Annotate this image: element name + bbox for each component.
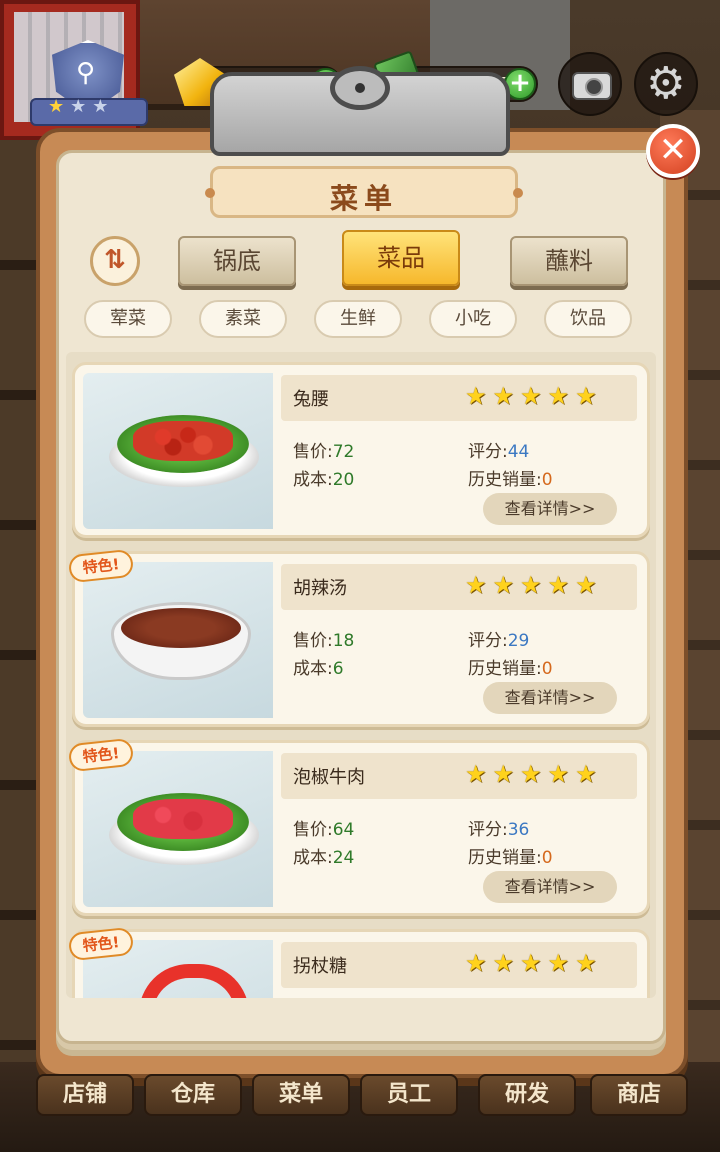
category-fresh[interactable]: 生鲜 <box>314 300 402 338</box>
price-label: 售价: <box>293 820 333 840</box>
camera-button[interactable] <box>558 52 622 116</box>
close-button[interactable]: ✕ <box>646 124 700 178</box>
cost-label: 成本: <box>293 848 333 868</box>
panel-title: 菜单 <box>329 182 398 215</box>
bottom-nav: 店铺 仓库 菜单 员工 研发 商店 <box>0 1074 720 1120</box>
category-snack[interactable]: 小吃 <box>429 300 517 338</box>
left-wall <box>0 140 40 1140</box>
cost-row: 成本:24 <box>293 843 354 868</box>
dish-name: 胡辣汤 <box>293 578 347 599</box>
dish-stars: ★ ★ ★ ★ ★ <box>465 571 597 599</box>
sales-value: 0 <box>541 659 553 679</box>
sort-icon: ⇅ <box>104 245 126 275</box>
nav-staff[interactable]: 员工 <box>360 1074 458 1116</box>
sales-value: 0 <box>541 470 553 490</box>
cost-label: 成本: <box>293 470 333 490</box>
sales-label: 历史销量: <box>468 470 542 490</box>
dish-image <box>83 562 273 718</box>
sales-label: 历史销量: <box>468 848 542 868</box>
cost-value: 6 <box>332 659 344 679</box>
dish-card[interactable]: 特色! 胡辣汤 ★ ★ ★ ★ ★ 售价:18 成本:6 评分:29 历史销量:0 查看… <box>67 548 650 727</box>
score-value: 29 <box>507 631 530 651</box>
cost-row: 成本:20 <box>293 465 354 490</box>
score-label: 评分: <box>468 631 508 651</box>
score-label: 评分: <box>468 442 508 462</box>
spicy-soup-icon <box>121 608 241 648</box>
dish-name: 泡椒牛肉 <box>293 767 365 788</box>
nav-research[interactable]: 研发 <box>478 1074 576 1116</box>
price-label: 售价: <box>293 442 333 462</box>
sales-row: 历史销量:0 <box>468 843 553 868</box>
score-label: 评分: <box>468 820 508 840</box>
dish-stars: ★ ★ ★ ★ ★ <box>465 382 597 410</box>
cost-label: 成本: <box>293 659 333 679</box>
cost-row: 成本:6 <box>293 654 344 679</box>
restaurant-rank-badge[interactable]: ⚲ ★ ★ ★ <box>30 40 148 128</box>
price-value: 64 <box>332 820 355 840</box>
category-drink[interactable]: 饮品 <box>544 300 632 338</box>
dish-card[interactable]: 特色! 拐杖糖 ★ ★ ★ ★ ★ <box>67 926 650 998</box>
price-row: 售价:72 <box>293 437 354 462</box>
price-row: 售价:64 <box>293 815 354 840</box>
tab-soup-base[interactable]: 锅底 <box>178 236 296 286</box>
view-details-button[interactable]: 查看详情>> <box>483 871 617 903</box>
dish-name: 兔腰 <box>293 389 329 410</box>
sort-button[interactable]: ⇅ <box>90 236 140 286</box>
dish-card[interactable]: 兔腰 ★ ★ ★ ★ ★ 售价:72 成本:20 评分:44 历史销量:0 查看详情>> <box>72 362 650 538</box>
score-row: 评分:44 <box>468 437 529 462</box>
tab-dishes[interactable]: 菜品 <box>342 230 460 286</box>
price-label: 售价: <box>293 631 333 651</box>
chef-icon: ⚲ <box>76 58 96 88</box>
rank-stars: ★ ★ ★ <box>48 96 109 117</box>
dish-card[interactable]: 特色! 泡椒牛肉 ★ ★ ★ ★ ★ 售价:64 成本:24 评分:36 历史销量:0 … <box>67 737 650 916</box>
score-row: 评分:36 <box>468 815 529 840</box>
clip-ring <box>330 66 390 110</box>
price-row: 售价:18 <box>293 626 354 651</box>
sales-value: 0 <box>541 848 553 868</box>
dish-name: 拐杖糖 <box>293 956 347 977</box>
nav-warehouse[interactable]: 仓库 <box>144 1074 242 1116</box>
price-value: 18 <box>332 631 355 651</box>
sales-row: 历史销量:0 <box>468 654 553 679</box>
nav-shop-store[interactable]: 店铺 <box>36 1074 134 1116</box>
tab-dipping-sauce[interactable]: 蘸料 <box>510 236 628 286</box>
pepper-beef-icon <box>133 799 233 839</box>
cost-value: 24 <box>332 848 355 868</box>
score-row: 评分:29 <box>468 626 529 651</box>
category-vegetable[interactable]: 素菜 <box>199 300 287 338</box>
sales-label: 历史销量: <box>468 659 542 679</box>
dish-image <box>83 751 273 907</box>
sales-row: 历史销量:0 <box>468 465 553 490</box>
settings-button[interactable]: ⚙ <box>634 52 698 116</box>
nav-menu[interactable]: 菜单 <box>252 1074 350 1116</box>
view-details-button[interactable]: 查看详情>> <box>483 682 617 714</box>
gear-icon: ⚙ <box>646 58 686 109</box>
category-meat[interactable]: 荤菜 <box>84 300 172 338</box>
view-details-button[interactable]: 查看详情>> <box>483 493 617 525</box>
dish-image <box>83 373 273 529</box>
rabbit-kidney-icon <box>133 421 233 461</box>
cost-value: 20 <box>332 470 355 490</box>
score-value: 36 <box>507 820 530 840</box>
nav-mall[interactable]: 商店 <box>590 1074 688 1116</box>
title-plate: 菜单 <box>205 166 523 218</box>
candy-cane-icon <box>139 964 249 998</box>
dish-list[interactable]: 兔腰 ★ ★ ★ ★ ★ 售价:72 成本:20 评分:44 历史销量:0 查看详情>>… <box>66 352 656 998</box>
dish-stars: ★ ★ ★ ★ ★ <box>465 760 597 788</box>
dish-stars: ★ ★ ★ ★ ★ <box>465 949 597 977</box>
score-value: 44 <box>507 442 530 462</box>
camera-icon <box>572 72 612 100</box>
price-value: 72 <box>332 442 355 462</box>
